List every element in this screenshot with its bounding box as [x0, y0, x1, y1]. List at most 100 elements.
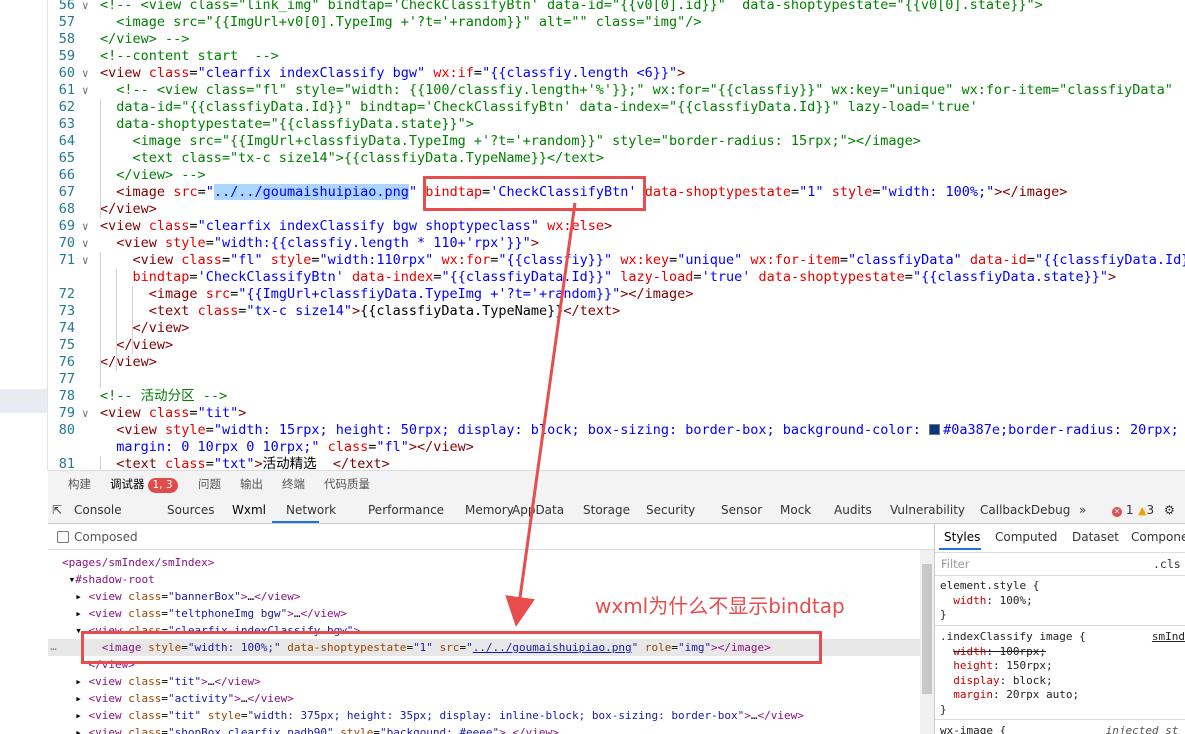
error-icon: ✕	[1112, 507, 1122, 517]
code-line[interactable]: bindtap='CheckClassifyBtn' data-index="{…	[100, 269, 1117, 286]
line-number: 56	[58, 0, 75, 13]
fold-toggle-icon[interactable]: ∨	[82, 235, 89, 252]
devtools-tab[interactable]: Sources	[167, 503, 214, 517]
devtools-tab[interactable]: Memory	[465, 503, 514, 517]
code-line[interactable]: </view>	[100, 320, 190, 337]
active-tab-indicator	[272, 521, 319, 523]
code-line[interactable]: </view>	[100, 201, 157, 218]
code-line[interactable]: data-id="{{classfiyData.Id}}" bindtap='C…	[100, 99, 978, 116]
composed-checkbox[interactable]	[57, 531, 69, 543]
devtools-tab[interactable]: Network	[286, 503, 336, 517]
styles-filter-input[interactable]: Filter	[941, 557, 969, 571]
css-rule[interactable]: wx-image { injected st	[940, 724, 1178, 734]
devtools-tab[interactable]: Sensor	[721, 503, 762, 517]
devtools-tab[interactable]: Storage	[583, 503, 630, 517]
fold-toggle-icon[interactable]: ∨	[82, 82, 89, 99]
devtools-tab[interactable]: Audits	[834, 503, 872, 517]
tree-node[interactable]: ▸ <view class="shopBox clearfix padb90" …	[48, 724, 920, 734]
error-counter[interactable]: ✕ 1	[1112, 503, 1133, 517]
panel-tab[interactable]: 调试器 1, 3	[110, 476, 178, 493]
devtools-tab[interactable]: Console	[74, 503, 122, 517]
code-line[interactable]: <image src="{{ImgUrl+v0[0].TypeImg +'?t=…	[100, 14, 701, 31]
tree-scroll-thumb[interactable]	[922, 564, 932, 694]
fold-toggle-icon[interactable]: ∨	[82, 405, 89, 422]
devtools-tab[interactable]: Security	[646, 503, 695, 517]
panel-tab-label: 输出	[240, 477, 263, 491]
tree-node[interactable]: ▸ <view class="tit">…</view>	[48, 673, 920, 690]
fold-toggle-icon[interactable]: ∨	[82, 252, 89, 269]
panel-tab[interactable]: 问题	[198, 476, 221, 492]
code-line[interactable]: <view class="fl" style="width:110rpx" wx…	[100, 252, 1185, 269]
code-line[interactable]: <!-- <view class="link_img" bindtap='Che…	[100, 0, 1043, 14]
panel-tab[interactable]: 终端	[282, 476, 305, 492]
warning-counter[interactable]: ▲3	[1138, 503, 1154, 517]
code-line[interactable]: <!-- <view class="fl" style="width: {{10…	[100, 82, 1173, 99]
code-line[interactable]: </view>	[100, 337, 173, 354]
element-picker-icon[interactable]: ⇱	[52, 503, 62, 517]
tree-node[interactable]: <pages/smIndex/smIndex>	[48, 554, 920, 571]
devtools-tab[interactable]: Vulnerability	[890, 503, 965, 517]
devtools-tab[interactable]: Mock	[780, 503, 811, 517]
bottom-panel-tabs: 构建 调试器 1, 3 问题 输出 终端 代码质量	[48, 470, 1185, 496]
code-line[interactable]: <view class="clearfix indexClassify bgw …	[100, 218, 612, 235]
tree-node[interactable]: ▾#shadow-root	[48, 571, 920, 588]
styles-tab[interactable]: Dataset	[1072, 530, 1119, 544]
settings-gear-icon[interactable]: ⚙	[1164, 503, 1175, 517]
css-rule[interactable]: .indexClassify image { smIndex. width: 1…	[940, 630, 1185, 717]
composed-toolbar: Composed	[48, 525, 934, 550]
node-actions-dots[interactable]: …	[50, 640, 57, 653]
code-editor[interactable]: 56 ∨ <!-- <view class="link_img" bindtap='…	[48, 0, 1185, 470]
tree-scrollbar[interactable]	[920, 550, 934, 734]
styles-tab[interactable]: Componen	[1131, 530, 1185, 544]
line-number: 63	[58, 116, 75, 132]
styles-tab[interactable]: Computed	[995, 530, 1057, 544]
line-number: 66	[58, 167, 75, 183]
line-number: 67	[58, 184, 75, 200]
line-number: 59	[58, 48, 75, 64]
code-line[interactable]: <text class="txt">活动精选 </text>	[100, 456, 390, 470]
code-line[interactable]: </view> -->	[100, 167, 205, 184]
code-line[interactable]: <!--content start -->	[100, 48, 279, 65]
line-number: 61	[58, 82, 75, 98]
code-line[interactable]: <text class="tx-c size14">{{classfiyData…	[100, 150, 604, 167]
styles-tab[interactable]: Styles	[944, 530, 980, 544]
code-line[interactable]: <view class="tit">	[100, 405, 246, 422]
line-number: 57	[58, 14, 75, 30]
devtools-tab[interactable]: CallbackDebug	[980, 503, 1070, 517]
code-line[interactable]: margin: 0 10rpx 0 10rpx;" class="fl"></v…	[100, 439, 474, 456]
cls-toggle-button[interactable]: .cls	[1153, 557, 1181, 571]
annotation-box-source	[423, 176, 646, 211]
panel-tab[interactable]: 输出	[240, 476, 263, 492]
line-number: 75	[58, 337, 75, 353]
code-line[interactable]: <!-- 活动分区 -->	[100, 388, 227, 405]
devtools-tab[interactable]: AppData	[512, 503, 564, 517]
code-line[interactable]: <view style="width: 15rpx; height: 50rpx…	[100, 422, 1179, 439]
code-line[interactable]: <view class="clearfix indexClassify bgw"…	[100, 65, 685, 82]
line-number: 71	[58, 252, 75, 268]
panel-tab-label: 问题	[198, 477, 221, 491]
code-line[interactable]: <image src="{{ImgUrl+classfiyData.TypeIm…	[100, 133, 921, 150]
panel-tab-label: 调试器	[110, 477, 145, 491]
more-tabs-button[interactable]: »	[1079, 503, 1086, 517]
panel-tab-label: 终端	[282, 477, 305, 491]
panel-tab[interactable]: 代码质量	[324, 476, 370, 492]
line-number: 60	[58, 65, 75, 81]
fold-toggle-icon[interactable]: ∨	[82, 218, 89, 235]
devtools-tab[interactable]: Performance	[368, 503, 444, 517]
code-line[interactable]: </view> -->	[100, 31, 189, 48]
code-line[interactable]: </view>	[100, 354, 157, 371]
line-number: 70	[58, 235, 75, 251]
indent-guide	[100, 456, 101, 470]
code-line[interactable]: <view style="width:{{classfiy.length * 1…	[100, 235, 539, 252]
indent-guide	[100, 99, 101, 218]
css-rule[interactable]: element.style { width: 100%; }	[940, 579, 1039, 623]
panel-tab[interactable]: 构建	[68, 476, 91, 492]
fold-toggle-icon[interactable]: ∨	[82, 65, 89, 82]
code-line[interactable]: <text class="tx-c size14">{{classfiyData…	[100, 303, 620, 320]
tree-node[interactable]: ▸ <view class="tit" style="width: 375px;…	[48, 707, 920, 724]
devtools-tab[interactable]: Wxml	[232, 503, 266, 517]
code-line[interactable]: data-shoptypestate="{{classfiyData.state…	[100, 116, 474, 133]
code-line[interactable]: <image src="{{ImgUrl+classfiyData.TypeIm…	[100, 286, 694, 303]
fold-toggle-icon[interactable]: ∨	[82, 0, 89, 14]
tree-node[interactable]: ▸ <view class="activity">…</view>	[48, 690, 920, 707]
